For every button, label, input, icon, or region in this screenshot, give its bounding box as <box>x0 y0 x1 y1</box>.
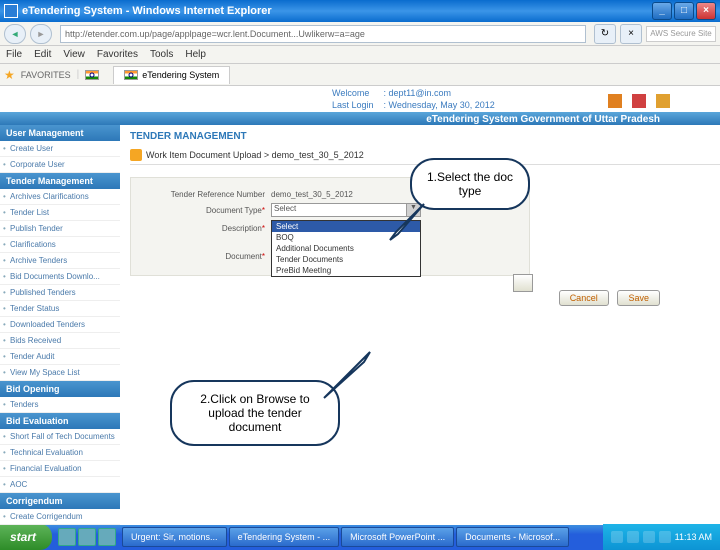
sidebar-head-tender: Tender Management <box>0 173 120 189</box>
taskbar: start Urgent: Sir, motions... eTendering… <box>0 524 720 550</box>
welcome-label: Welcome <box>332 88 382 98</box>
sidebar-item[interactable]: Tender Audit <box>0 349 120 365</box>
sidebar-item[interactable]: AOC <box>0 477 120 493</box>
close-button[interactable]: × <box>696 2 716 20</box>
sidebar-item[interactable]: Downloaded Tenders <box>0 317 120 333</box>
menu-file[interactable]: File <box>6 49 22 60</box>
menu-tools[interactable]: Tools <box>150 49 173 60</box>
minimize-button[interactable]: _ <box>652 2 672 20</box>
india-flag-icon <box>85 70 99 80</box>
back-button[interactable] <box>4 24 26 44</box>
welcome-user: : dept11@in.com <box>384 88 503 98</box>
sidebar-item[interactable]: View My Space List <box>0 365 120 381</box>
sidebar-item[interactable]: Tender Status <box>0 301 120 317</box>
taskbar-task[interactable]: Documents - Microsof... <box>456 527 569 547</box>
taskbar-task[interactable]: Urgent: Sir, motions... <box>122 527 227 547</box>
save-button[interactable]: Save <box>617 290 660 306</box>
home-icon[interactable] <box>608 94 622 108</box>
refresh-button[interactable]: ↻ <box>594 24 616 44</box>
quicklaunch-icon[interactable] <box>98 528 116 546</box>
sidebar-item[interactable]: Archive Tenders <box>0 253 120 269</box>
doctype-label: Document Type <box>206 206 262 215</box>
sidebar-item[interactable]: Tender List <box>0 205 120 221</box>
app-icon <box>4 4 18 18</box>
dropdown-option[interactable]: Additional Documents <box>272 243 420 254</box>
sidebar: User Management Create User Corporate Us… <box>0 125 120 525</box>
brand-bar: eTendering System Government of Uttar Pr… <box>0 112 720 125</box>
sidebar-item[interactable]: Clarifications <box>0 237 120 253</box>
start-button[interactable]: start <box>0 524 52 550</box>
favorites-label: FAVORITES <box>21 70 71 80</box>
system-tray: 11:13 AM <box>603 524 720 550</box>
forward-button[interactable] <box>30 24 52 44</box>
menu-edit[interactable]: Edit <box>34 49 51 60</box>
breadcrumb-icon <box>130 149 142 161</box>
sidebar-item[interactable]: Create Corrigendum <box>0 509 120 525</box>
dropdown-option[interactable]: Tender Documents <box>272 254 420 265</box>
doc-label: Document <box>225 252 261 261</box>
quicklaunch-icon[interactable] <box>58 528 76 546</box>
callout-1: 1.Select the doc type <box>410 158 530 210</box>
window-titlebar: eTendering System - Windows Internet Exp… <box>0 0 720 22</box>
favorites-bar: ★ FAVORITES | eTendering System <box>0 64 720 86</box>
browser-tab[interactable]: eTendering System <box>113 66 230 84</box>
tray-icon[interactable] <box>643 531 655 543</box>
sidebar-item[interactable]: Technical Evaluation <box>0 445 120 461</box>
sidebar-item[interactable]: Bid Documents Downlo... <box>0 269 120 285</box>
sidebar-item[interactable]: Bids Received <box>0 333 120 349</box>
sidebar-item[interactable]: Archives Clarifications <box>0 189 120 205</box>
favorites-star-icon[interactable]: ★ <box>4 68 15 82</box>
sidebar-head-bidopen: Bid Opening <box>0 381 120 397</box>
logout-icon[interactable] <box>656 94 670 108</box>
sidebar-item[interactable]: Publish Tender <box>0 221 120 237</box>
menu-help[interactable]: Help <box>185 49 206 60</box>
nav-toolbar: http://etender.com.up/page/applpage=wcr.… <box>0 22 720 46</box>
sidebar-item[interactable]: Tenders <box>0 397 120 413</box>
taskbar-task[interactable]: eTendering System - ... <box>229 527 340 547</box>
ref-label: Tender Reference Number <box>141 190 271 199</box>
stop-button[interactable]: × <box>620 24 642 44</box>
page-header: Welcome: dept11@in.com Last Login: Wedne… <box>0 86 720 112</box>
maximize-button[interactable]: □ <box>674 2 694 20</box>
tab-title: eTendering System <box>142 70 219 80</box>
page-title: TENDER MANAGEMENT <box>130 127 720 146</box>
sidebar-item[interactable]: Published Tenders <box>0 285 120 301</box>
cancel-button[interactable]: Cancel <box>559 290 609 306</box>
sidebar-item[interactable]: Financial Evaluation <box>0 461 120 477</box>
quicklaunch-icon[interactable] <box>78 528 96 546</box>
dropdown-option[interactable]: PreBid MeetIng <box>272 265 420 276</box>
taskbar-task[interactable]: Microsoft PowerPoint ... <box>341 527 454 547</box>
lastlogin-value: : Wednesday, May 30, 2012 <box>384 100 503 110</box>
tray-icon[interactable] <box>659 531 671 543</box>
sidebar-item[interactable]: Create User <box>0 141 120 157</box>
sidebar-head-corr: Corrigendum <box>0 493 120 509</box>
print-icon[interactable] <box>632 94 646 108</box>
tray-icon[interactable] <box>611 531 623 543</box>
sidebar-item[interactable]: Corporate User <box>0 157 120 173</box>
sidebar-head-bideval: Bid Evaluation <box>0 413 120 429</box>
menu-favorites[interactable]: Favorites <box>97 49 138 60</box>
menu-bar: File Edit View Favorites Tools Help <box>0 46 720 64</box>
callout-2: 2.Click on Browse to upload the tender d… <box>170 380 340 446</box>
desc-label: Description <box>222 224 262 233</box>
india-flag-icon <box>124 70 138 80</box>
tray-icon[interactable] <box>627 531 639 543</box>
menu-view[interactable]: View <box>63 49 85 60</box>
sidebar-item[interactable]: Short Fall of Tech Documents <box>0 429 120 445</box>
security-badge: AWS Secure Site <box>646 26 716 42</box>
lastlogin-label: Last Login <box>332 100 382 110</box>
clock: 11:13 AM <box>675 532 712 542</box>
window-title: eTendering System - Windows Internet Exp… <box>22 5 650 17</box>
sidebar-head-user: User Management <box>0 125 120 141</box>
address-bar[interactable]: http://etender.com.up/page/applpage=wcr.… <box>60 25 586 43</box>
browse-button[interactable] <box>513 274 533 292</box>
